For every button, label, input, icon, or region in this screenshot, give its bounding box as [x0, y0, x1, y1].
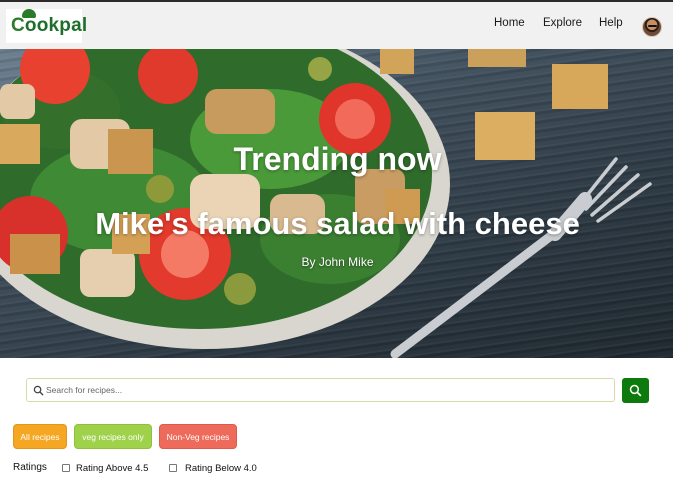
ratings-label: Ratings [13, 462, 47, 473]
search-box[interactable] [26, 378, 615, 402]
hero-title: Trending now [233, 141, 442, 177]
cookpal-logo[interactable]: Cookpal [6, 9, 87, 43]
table-crouton [552, 64, 608, 109]
filter-veg-recipes[interactable]: veg recipes only [74, 424, 152, 449]
hero-banner[interactable]: Trending now Mike's famous salad with ch… [0, 49, 673, 358]
rating-below-label: Rating Below 4.0 [185, 463, 257, 474]
salad-photo [0, 49, 652, 358]
nav-explore[interactable]: Explore [543, 17, 582, 29]
recipe-title[interactable]: Mike's famous salad with cheese [0, 206, 673, 242]
search-button[interactable] [622, 378, 649, 403]
search-input[interactable] [46, 380, 606, 400]
navbar: Cookpal Home Explore Help [0, 2, 673, 49]
nav-help[interactable]: Help [599, 17, 623, 29]
rating-above-label: Rating Above 4.5 [76, 463, 149, 474]
search-icon [629, 384, 642, 397]
chicken-piece [205, 89, 275, 134]
rating-above-checkbox[interactable] [62, 464, 70, 472]
logo-text: Cookpal [11, 15, 88, 36]
filter-nonveg-recipes[interactable]: Non-Veg recipes [159, 424, 237, 449]
rating-below-checkbox[interactable] [169, 464, 177, 472]
filter-all-recipes[interactable]: All recipes [13, 424, 67, 449]
page: Cookpal Home Explore Help Trending now M… [0, 0, 673, 479]
user-avatar[interactable] [642, 17, 662, 37]
search-icon [33, 385, 44, 396]
nav-home[interactable]: Home [494, 17, 525, 29]
recipe-author: By John Mike [301, 255, 374, 269]
